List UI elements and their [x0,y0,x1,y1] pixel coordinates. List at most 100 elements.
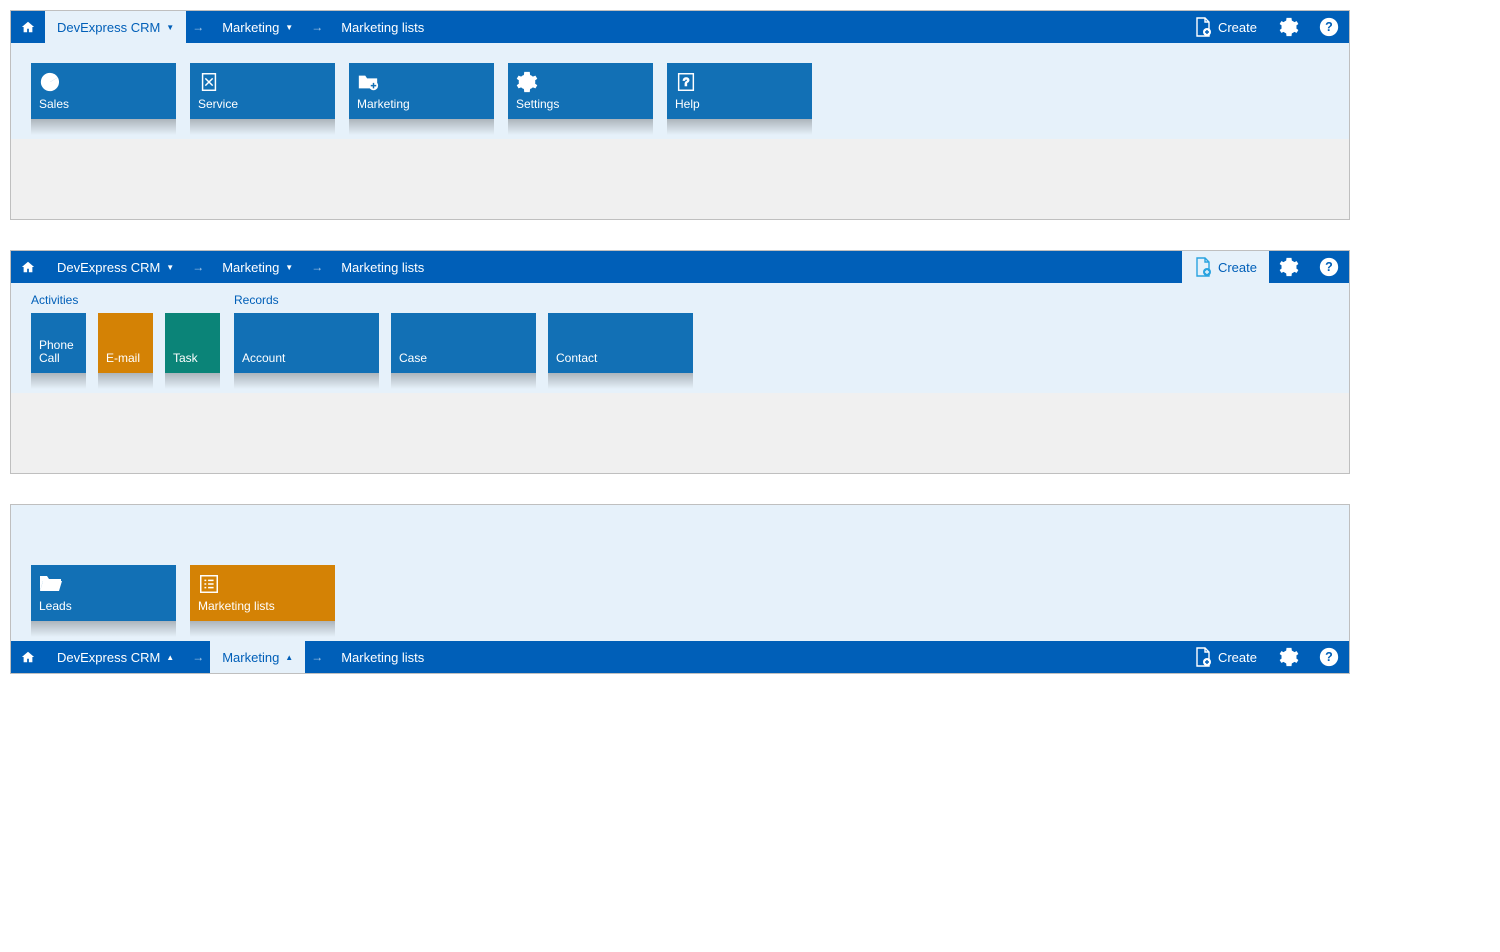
tile-label: Contact [556,352,685,365]
tile-service[interactable]: Service [190,63,335,119]
create-label: Create [1218,20,1257,35]
gear-icon [1279,257,1299,277]
list-icon [198,573,220,595]
panel-1: DevExpress CRM ▼ → Marketing ▼ → Marketi… [10,10,1350,220]
tile-label: Case [399,352,528,365]
tile-label: Task [173,352,212,365]
create-icon [1194,647,1212,667]
navbar-bottom: DevExpress CRM ▲ → Marketing ▲ → Marketi… [11,641,1349,673]
home-button[interactable] [11,251,45,283]
home-button[interactable] [11,11,45,43]
breadcrumb-app[interactable]: DevExpress CRM ▼ [45,251,186,283]
svg-text:?: ? [1325,650,1333,664]
breadcrumb-page-label: Marketing lists [341,20,424,35]
tile-label: Marketing [357,98,486,111]
tile-email[interactable]: E-mail [98,313,153,373]
breadcrumb-page[interactable]: Marketing lists [329,11,436,43]
tile-account[interactable]: Account [234,313,379,373]
tile-label: Account [242,352,371,365]
arrow-separator: → [186,251,210,283]
breadcrumb-app[interactable]: DevExpress CRM ▲ [45,641,186,673]
group-label: Activities [31,293,220,307]
breadcrumb-section[interactable]: Marketing ▲ [210,641,305,673]
breadcrumb-page[interactable]: Marketing lists [329,641,436,673]
group-label: Records [234,293,693,307]
breadcrumb-page-label: Marketing lists [341,650,424,665]
navbar: DevExpress CRM ▼ → Marketing ▼ → Marketi… [11,11,1349,43]
breadcrumb-app-label: DevExpress CRM [57,650,160,665]
svg-text:?: ? [1325,260,1333,274]
panel-2: DevExpress CRM ▼ → Marketing ▼ → Marketi… [10,250,1350,474]
breadcrumb-page[interactable]: Marketing lists [329,251,436,283]
home-icon [21,650,35,664]
tile-label: Marketing lists [198,600,327,613]
breadcrumb-section[interactable]: Marketing ▼ [210,251,305,283]
help-button[interactable]: ? [1309,641,1349,673]
tile-leads[interactable]: Leads [31,565,176,621]
tile-label: Leads [39,600,168,613]
tile-label: Sales [39,98,168,111]
breadcrumb-app-label: DevExpress CRM [57,260,160,275]
chevron-up-icon: ▲ [285,653,293,662]
chevron-down-icon: ▼ [285,263,293,272]
tile-label: Settings [516,98,645,111]
breadcrumb-page-label: Marketing lists [341,260,424,275]
tile-help[interactable]: ? Help [667,63,812,119]
tile-label: Service [198,98,327,111]
tile-marketing-lists[interactable]: Marketing lists [190,565,335,621]
create-button[interactable]: Create [1182,11,1269,43]
arrow-separator: → [186,11,210,43]
tile-phone-call[interactable]: Phone Call [31,313,86,373]
tile-sales[interactable]: Sales [31,63,176,119]
arrow-separator: → [305,641,329,673]
create-icon [1194,17,1212,37]
chevron-down-icon: ▼ [166,263,174,272]
tile-case[interactable]: Case [391,313,536,373]
help-button[interactable]: ? [1309,251,1349,283]
group-records: Records Account Case Contact [234,293,693,373]
settings-button[interactable] [1269,251,1309,283]
tile-task[interactable]: Task [165,313,220,373]
help-icon: ? [1319,647,1339,667]
create-label: Create [1218,260,1257,275]
gear-icon [1279,647,1299,667]
help-book-icon: ? [675,71,697,93]
blank-area [11,139,1349,219]
help-icon: ? [1319,257,1339,277]
tile-marketing[interactable]: Marketing [349,63,494,119]
gear-icon [516,71,538,93]
create-label: Create [1218,650,1257,665]
chevron-up-icon: ▲ [166,653,174,662]
chevron-down-icon: ▼ [166,23,174,32]
clipboard-icon [198,71,220,93]
folder-add-icon [357,71,379,93]
tile-label: Phone Call [39,339,78,365]
home-icon [21,20,35,34]
breadcrumb-section-label: Marketing [222,20,279,35]
help-button[interactable]: ? [1309,11,1349,43]
create-tile-area: Activities Phone Call E-mail Task Record… [11,283,1349,393]
arrow-separator: → [186,641,210,673]
create-button[interactable]: Create [1182,251,1269,283]
settings-button[interactable] [1269,641,1309,673]
marketing-tiles-area: Leads Marketing lists [11,505,1349,641]
create-icon [1194,257,1212,277]
home-button[interactable] [11,641,45,673]
chevron-down-icon: ▼ [285,23,293,32]
panel-3: Leads Marketing lists DevExpress CRM ▲ →… [10,504,1350,674]
svg-text:?: ? [1325,20,1333,34]
pie-chart-icon [39,71,61,93]
navbar: DevExpress CRM ▼ → Marketing ▼ → Marketi… [11,251,1349,283]
arrow-separator: → [305,251,329,283]
breadcrumb-section-label: Marketing [222,260,279,275]
arrow-separator: → [305,11,329,43]
svg-text:?: ? [683,77,689,89]
tile-contact[interactable]: Contact [548,313,693,373]
settings-button[interactable] [1269,11,1309,43]
create-button[interactable]: Create [1182,641,1269,673]
breadcrumb-section[interactable]: Marketing ▼ [210,11,305,43]
group-activities: Activities Phone Call E-mail Task [31,293,220,373]
tile-label: Help [675,98,804,111]
breadcrumb-app[interactable]: DevExpress CRM ▼ [45,11,186,43]
tile-settings[interactable]: Settings [508,63,653,119]
